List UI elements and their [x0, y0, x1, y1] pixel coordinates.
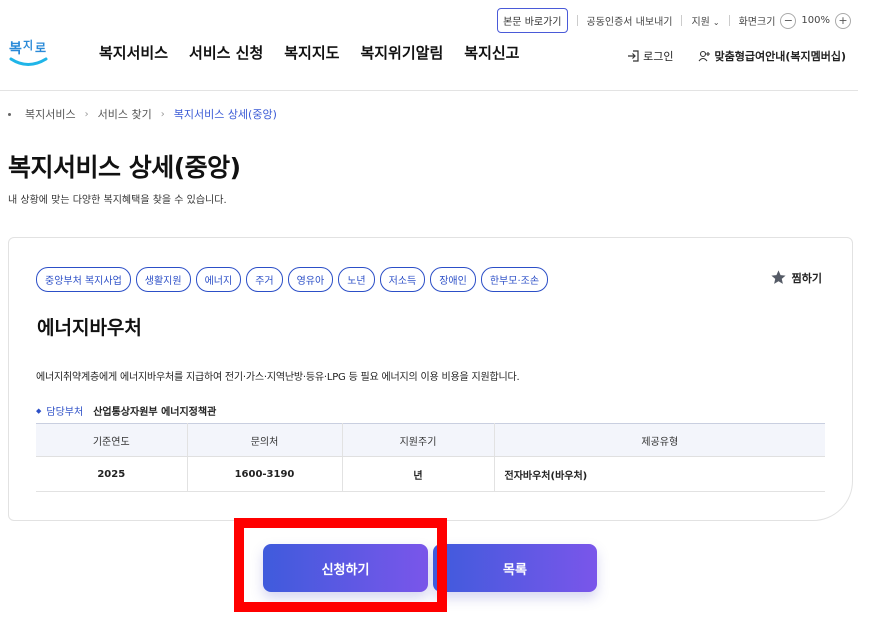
favorite-label: 찜하기: [791, 271, 822, 285]
main-navigation: 복지서비스 서비스 신청 복지지도 복지위기알림 복지신고: [99, 42, 519, 63]
chevron-right-icon: ›: [84, 108, 89, 120]
list-button[interactable]: 목록: [433, 544, 597, 592]
column-header: 기준연도: [36, 423, 188, 457]
column-header: 지원주기: [342, 423, 495, 457]
breadcrumb-item[interactable]: 복지서비스: [25, 106, 76, 122]
chevron-down-icon: ⌄: [712, 18, 720, 27]
svg-text:로: 로: [35, 41, 46, 55]
tag[interactable]: 에너지: [195, 267, 242, 292]
department-value: 산업통상자원부 에너지정책관: [93, 407, 217, 418]
login-link[interactable]: 로그인: [627, 48, 674, 64]
svg-text:복: 복: [9, 41, 22, 57]
cert-export-link[interactable]: 공동인증서 내보내기: [587, 13, 673, 28]
support-menu[interactable]: 지원 ⌄: [691, 13, 719, 28]
nav-item-welfare-report[interactable]: 복지신고: [464, 42, 519, 63]
svg-text:지: 지: [23, 38, 33, 52]
table-cell-type: 전자바우처(바우처): [494, 456, 825, 492]
user-add-icon: [698, 50, 710, 62]
service-detail-card: 중앙부처 복지사업 생활지원 에너지 주거 영유아 노년 저소득 장애인 한부모…: [8, 237, 853, 521]
custom-benefit-label: 맞춤형급여안내(복지멤버십): [714, 50, 847, 63]
service-description: 에너지취약계층에게 에너지바우처를 지급하여 전기·가스·지역난방·등유·LPG…: [36, 372, 520, 383]
breadcrumb-current: 복지서비스 상세(중앙): [173, 108, 277, 121]
divider: [681, 15, 683, 26]
nav-item-service-apply[interactable]: 서비스 신청: [189, 42, 263, 63]
utility-bar: 본문 바로가기 공동인증서 내보내기 지원 ⌄ 화면크기 − 100% +: [497, 8, 856, 33]
zoom-in-button[interactable]: +: [835, 12, 851, 29]
column-header: 문의처: [187, 423, 343, 457]
table-cell-year: 2025: [36, 456, 188, 492]
member-menu: 로그인 맞춤형급여안내(복지멤버십): [627, 48, 846, 64]
home-dot-icon: [8, 112, 11, 116]
star-icon: [771, 270, 786, 284]
divider: [728, 15, 730, 26]
nav-item-welfare-map[interactable]: 복지지도: [284, 42, 339, 63]
tag[interactable]: 주거: [246, 267, 283, 292]
tag[interactable]: 노년: [338, 267, 375, 292]
table-cell-cycle: 년: [342, 456, 495, 492]
column-header: 제공유형: [494, 423, 825, 457]
service-info-table: 기준연도 문의처 지원주기 제공유형 2025 1600-3190 년 전자바우…: [36, 423, 825, 492]
breadcrumb-item[interactable]: 서비스 찾기: [98, 106, 152, 122]
bokjiro-logo[interactable]: 복 지 로: [8, 36, 50, 72]
table-cell-contact: 1600-3190: [187, 456, 343, 492]
zoom-out-button[interactable]: −: [780, 12, 797, 29]
tag-list: 중앙부처 복지사업 생활지원 에너지 주거 영유아 노년 저소득 장애인 한부모…: [36, 267, 549, 292]
zoom-value: 100%: [801, 15, 830, 26]
service-name: 에너지바우처: [37, 317, 142, 339]
skip-to-content-button[interactable]: 본문 바로가기: [497, 8, 568, 33]
custom-benefit-link[interactable]: 맞춤형급여안내(복지멤버십): [698, 48, 847, 64]
header-divider: [0, 90, 858, 91]
favorite-button[interactable]: 찜하기: [770, 269, 822, 286]
tag[interactable]: 중앙부처 복지사업: [36, 267, 131, 292]
page-title: 복지서비스 상세(중앙): [8, 153, 241, 182]
zoom-label: 화면크기: [738, 17, 776, 28]
tag[interactable]: 장애인: [430, 267, 476, 292]
department-row: ◆ 담당부처 산업통상자원부 에너지정책관: [36, 403, 217, 419]
login-label: 로그인: [643, 50, 674, 63]
tag[interactable]: 생활지원: [135, 267, 191, 292]
login-icon: [628, 50, 639, 62]
tag[interactable]: 한부모·조손: [480, 267, 549, 292]
diamond-bullet-icon: ◆: [36, 406, 42, 415]
chevron-right-icon: ›: [160, 108, 165, 120]
nav-item-crisis-alert[interactable]: 복지위기알림: [360, 42, 443, 63]
table-header-row: 기준연도 문의처 지원주기 제공유형: [36, 423, 825, 457]
apply-button[interactable]: 신청하기: [263, 544, 428, 592]
department-label: 담당부처: [46, 407, 84, 418]
breadcrumb: 복지서비스 › 서비스 찾기 › 복지서비스 상세(중앙): [8, 106, 277, 122]
table-row: 2025 1600-3190 년 전자바우처(바우처): [36, 456, 825, 492]
divider: [576, 15, 578, 26]
nav-item-welfare-service[interactable]: 복지서비스: [99, 42, 168, 63]
page-subtitle: 내 상황에 맞는 다양한 복지혜택을 찾을 수 있습니다.: [8, 195, 227, 206]
tag[interactable]: 저소득: [379, 267, 426, 292]
support-label: 지원: [691, 17, 710, 28]
tag[interactable]: 영유아: [287, 267, 334, 292]
